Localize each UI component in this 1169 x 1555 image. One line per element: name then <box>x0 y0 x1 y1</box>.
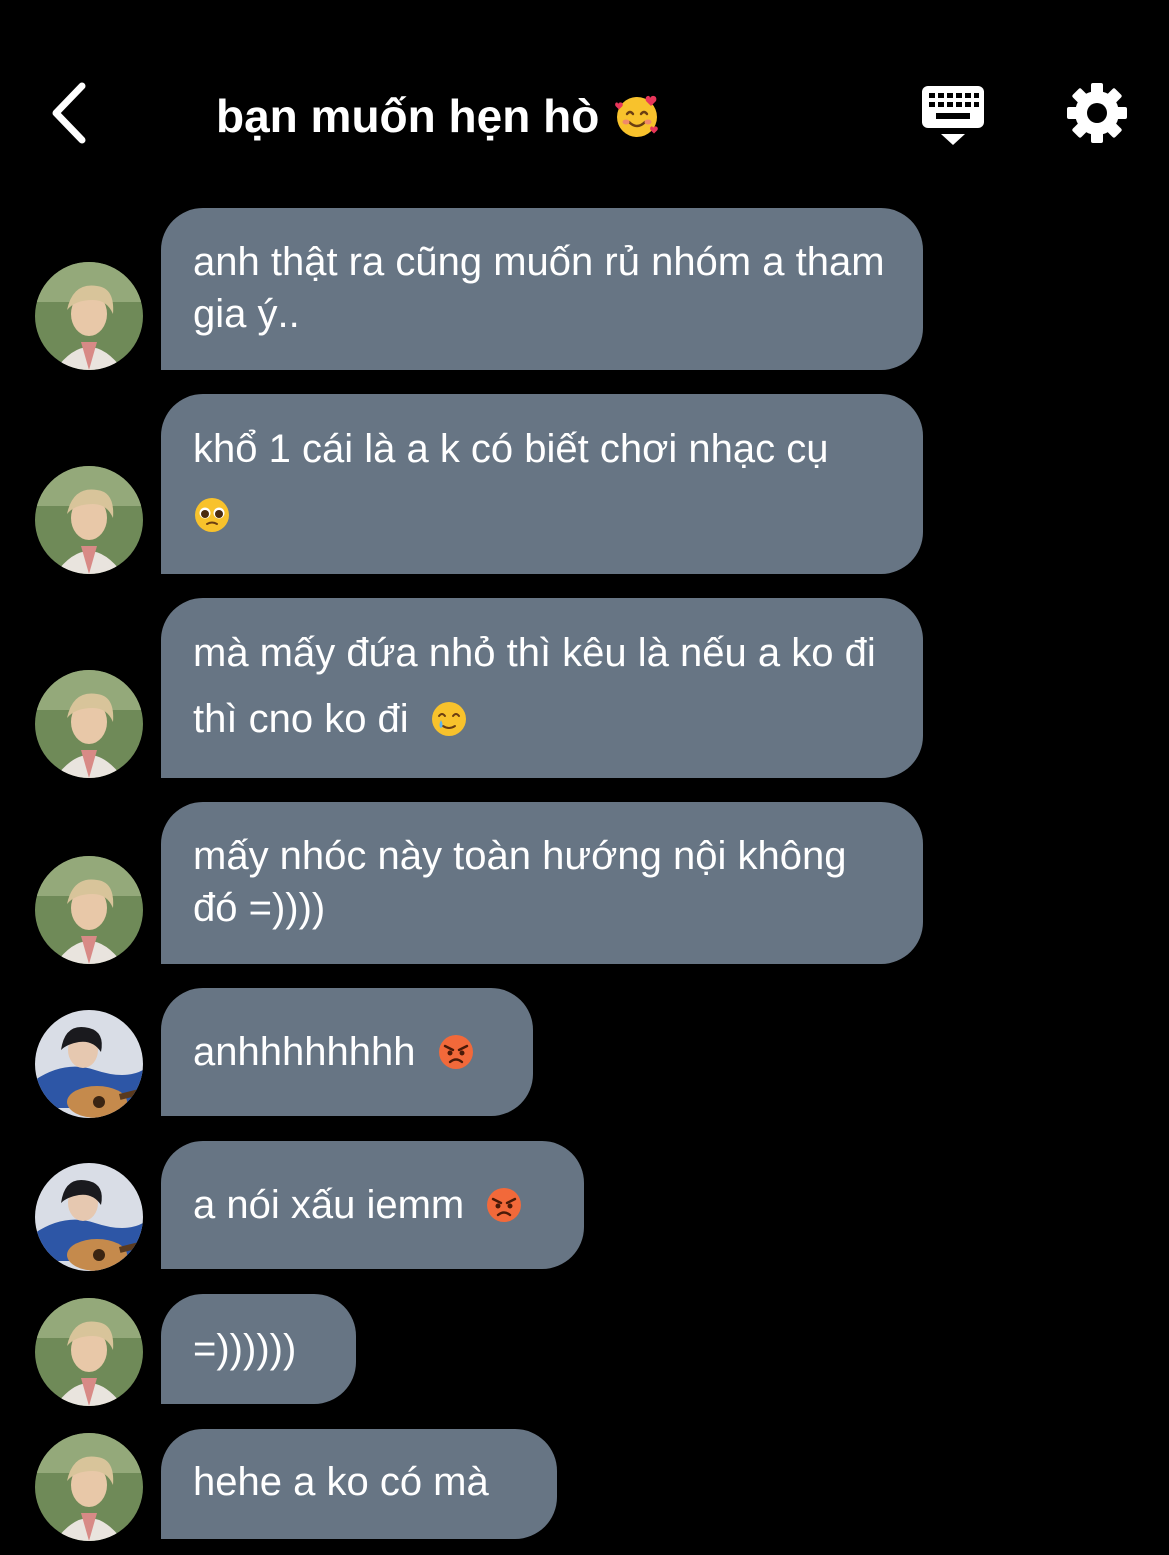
message-bubble[interactable]: anh thật ra cũng muốn rủ nhóm a tham gia… <box>161 208 923 370</box>
avatar[interactable] <box>35 856 143 964</box>
smiling-face-with-tear-emoji <box>430 700 468 738</box>
avatar[interactable] <box>35 670 143 778</box>
message-bubble[interactable]: anhhhhhhhh <box>161 988 533 1116</box>
avatar[interactable] <box>35 1433 143 1541</box>
keyboard-hide-icon <box>922 86 984 145</box>
page-title: bạn muốn hẹn hò <box>216 88 661 144</box>
chat-title-text: bạn muốn hẹn hò <box>216 90 600 142</box>
message-bubble[interactable]: mấy nhóc này toàn hướng nội không đó =))… <box>161 802 923 964</box>
keyboard-toggle-button[interactable] <box>918 82 988 148</box>
back-button[interactable] <box>38 78 98 148</box>
chevron-left-icon <box>52 82 86 144</box>
message-text: anhhhhhhhh <box>193 1030 416 1074</box>
settings-button[interactable] <box>1064 80 1130 146</box>
message-text: a nói xấu iemm <box>193 1183 465 1227</box>
avatar[interactable] <box>35 1298 143 1406</box>
avatar[interactable] <box>35 1163 143 1271</box>
avatar[interactable] <box>35 262 143 370</box>
message-text: khổ 1 cái là a k có biết chơi nhạc cụ <box>193 427 829 471</box>
avatar[interactable] <box>35 1010 143 1118</box>
chat-header: bạn muốn hẹn hò <box>0 0 1169 190</box>
gear-icon <box>1067 83 1127 143</box>
angry-face-emoji <box>437 1033 475 1071</box>
message-bubble[interactable]: mà mấy đứa nhỏ thì kêu là nếu a ko đi th… <box>161 598 923 778</box>
message-bubble[interactable]: khổ 1 cái là a k có biết chơi nhạc cụ <box>161 394 923 574</box>
message-bubble[interactable]: hehe a ko có mà <box>161 1429 557 1539</box>
message-text: anh thật ra cũng muốn rủ nhóm a tham gia… <box>193 240 885 336</box>
pleading-face-emoji <box>193 496 231 534</box>
message-text: mấy nhóc này toàn hướng nội không đó =))… <box>193 834 847 930</box>
smiling-face-with-hearts-emoji <box>613 92 661 140</box>
message-text: mà mấy đứa nhỏ thì kêu là nếu a ko đi th… <box>193 631 876 741</box>
message-text: =)))))) <box>193 1327 297 1371</box>
message-bubble[interactable]: a nói xấu iemm <box>161 1141 584 1269</box>
angry-face-emoji <box>485 1186 523 1224</box>
message-bubble[interactable]: =)))))) <box>161 1294 356 1404</box>
message-text: hehe a ko có mà <box>193 1460 489 1504</box>
avatar[interactable] <box>35 466 143 574</box>
